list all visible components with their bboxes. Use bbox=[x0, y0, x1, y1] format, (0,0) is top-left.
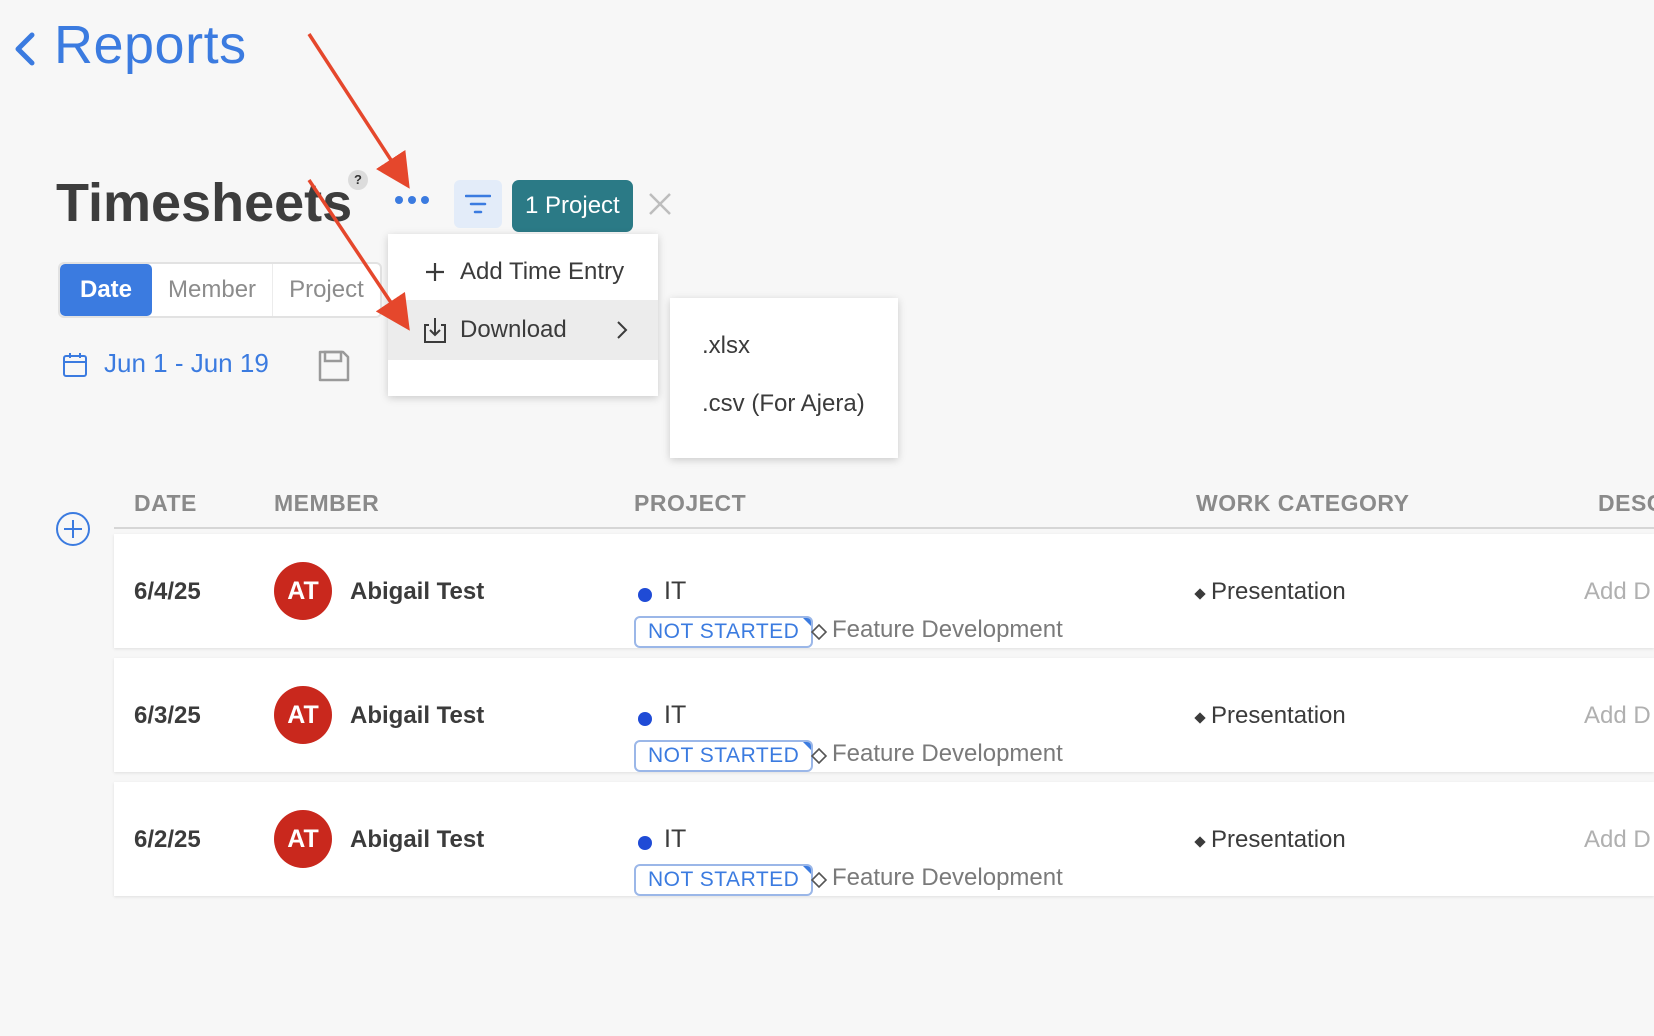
tab-project[interactable]: Project bbox=[272, 264, 380, 316]
status-badge[interactable]: NOT STARTED bbox=[634, 864, 814, 896]
group-by-tabs: Date Member Project bbox=[58, 262, 382, 318]
dot-icon bbox=[408, 196, 416, 204]
dot-icon bbox=[421, 196, 429, 204]
page-title: Timesheets bbox=[56, 173, 353, 233]
column-header-work-category[interactable]: WORK CATEGORY bbox=[1196, 490, 1410, 517]
row-work-category[interactable]: Presentation bbox=[1211, 578, 1346, 606]
row-phase: Feature Development bbox=[832, 864, 1063, 891]
avatar: AT bbox=[274, 686, 332, 744]
row-project[interactable]: IT bbox=[664, 825, 686, 854]
column-header-description[interactable]: DESC bbox=[1598, 490, 1654, 517]
filter-icon bbox=[465, 194, 491, 214]
project-color-dot bbox=[638, 836, 652, 850]
row-work-category[interactable]: Presentation bbox=[1211, 826, 1346, 854]
menu-item-download[interactable]: Download bbox=[388, 300, 658, 360]
header-divider bbox=[114, 527, 1654, 529]
project-color-dot bbox=[638, 712, 652, 726]
tab-date[interactable]: Date bbox=[60, 264, 153, 316]
status-label: NOT STARTED bbox=[648, 868, 800, 891]
row-date: 6/2/25 bbox=[134, 826, 201, 853]
row-member: Abigail Test bbox=[350, 826, 485, 853]
project-color-dot bbox=[638, 588, 652, 602]
tab-member[interactable]: Member bbox=[152, 264, 272, 316]
row-description-input[interactable]: Add D bbox=[1584, 826, 1651, 854]
column-header-date[interactable]: DATE bbox=[134, 490, 197, 517]
menu-item-label: Add Time Entry bbox=[460, 258, 625, 285]
table-row[interactable]: 6/2/25 AT Abigail Test IT NOT STARTED Fe… bbox=[114, 782, 1654, 896]
help-icon[interactable]: ? bbox=[348, 170, 368, 190]
back-link-label: Reports bbox=[54, 15, 247, 75]
row-description-input[interactable]: Add D bbox=[1584, 578, 1651, 606]
work-category-icon bbox=[1194, 836, 1206, 848]
save-icon[interactable] bbox=[316, 348, 352, 384]
status-badge[interactable]: NOT STARTED bbox=[634, 616, 814, 648]
phase-diamond-icon bbox=[810, 623, 828, 641]
download-icon bbox=[424, 318, 446, 343]
phase-diamond-icon bbox=[810, 871, 828, 889]
dot-icon bbox=[395, 196, 403, 204]
status-badge[interactable]: NOT STARTED bbox=[634, 740, 814, 772]
menu-item-add-time-entry[interactable]: Add Time Entry bbox=[388, 242, 658, 302]
more-options-button[interactable] bbox=[392, 186, 432, 214]
add-entry-icon[interactable] bbox=[55, 511, 91, 547]
avatar: AT bbox=[274, 810, 332, 868]
column-header-member[interactable]: MEMBER bbox=[274, 490, 379, 517]
annotation-arrow bbox=[307, 33, 410, 189]
status-label: NOT STARTED bbox=[648, 620, 800, 643]
row-member: Abigail Test bbox=[350, 702, 485, 729]
phase-diamond-icon bbox=[810, 747, 828, 765]
row-project[interactable]: IT bbox=[664, 577, 686, 606]
menu-item-label: Download bbox=[460, 316, 567, 343]
row-description-input[interactable]: Add D bbox=[1584, 702, 1651, 730]
status-label: NOT STARTED bbox=[648, 744, 800, 767]
download-submenu: .xlsx .csv (For Ajera) bbox=[670, 298, 898, 458]
row-work-category[interactable]: Presentation bbox=[1211, 702, 1346, 730]
work-category-icon bbox=[1194, 588, 1206, 600]
plus-icon bbox=[426, 263, 444, 281]
back-link[interactable]: Reports bbox=[8, 14, 247, 76]
row-date: 6/4/25 bbox=[134, 578, 201, 605]
download-xlsx-option[interactable]: .xlsx bbox=[702, 332, 750, 360]
column-header-project[interactable]: PROJECT bbox=[634, 490, 746, 517]
filter-button[interactable] bbox=[454, 180, 502, 228]
project-filter-chip[interactable]: 1 Project bbox=[512, 180, 633, 232]
date-range-picker[interactable]: Jun 1 - Jun 19 bbox=[104, 348, 269, 379]
table-row[interactable]: 6/4/25 AT Abigail Test IT NOT STARTED Fe… bbox=[114, 534, 1654, 648]
calendar-icon[interactable] bbox=[62, 352, 88, 378]
more-options-menu: Add Time Entry Download bbox=[388, 234, 658, 396]
row-date: 6/3/25 bbox=[134, 702, 201, 729]
row-phase: Feature Development bbox=[832, 616, 1063, 643]
chevron-left-icon bbox=[15, 32, 35, 66]
clear-filter-icon[interactable] bbox=[646, 190, 674, 218]
download-csv-ajera-option[interactable]: .csv (For Ajera) bbox=[702, 390, 865, 418]
chevron-right-icon bbox=[617, 321, 628, 339]
avatar: AT bbox=[274, 562, 332, 620]
table-row[interactable]: 6/3/25 AT Abigail Test IT NOT STARTED Fe… bbox=[114, 658, 1654, 772]
row-project[interactable]: IT bbox=[664, 701, 686, 730]
row-member: Abigail Test bbox=[350, 578, 485, 605]
work-category-icon bbox=[1194, 712, 1206, 724]
row-phase: Feature Development bbox=[832, 740, 1063, 767]
